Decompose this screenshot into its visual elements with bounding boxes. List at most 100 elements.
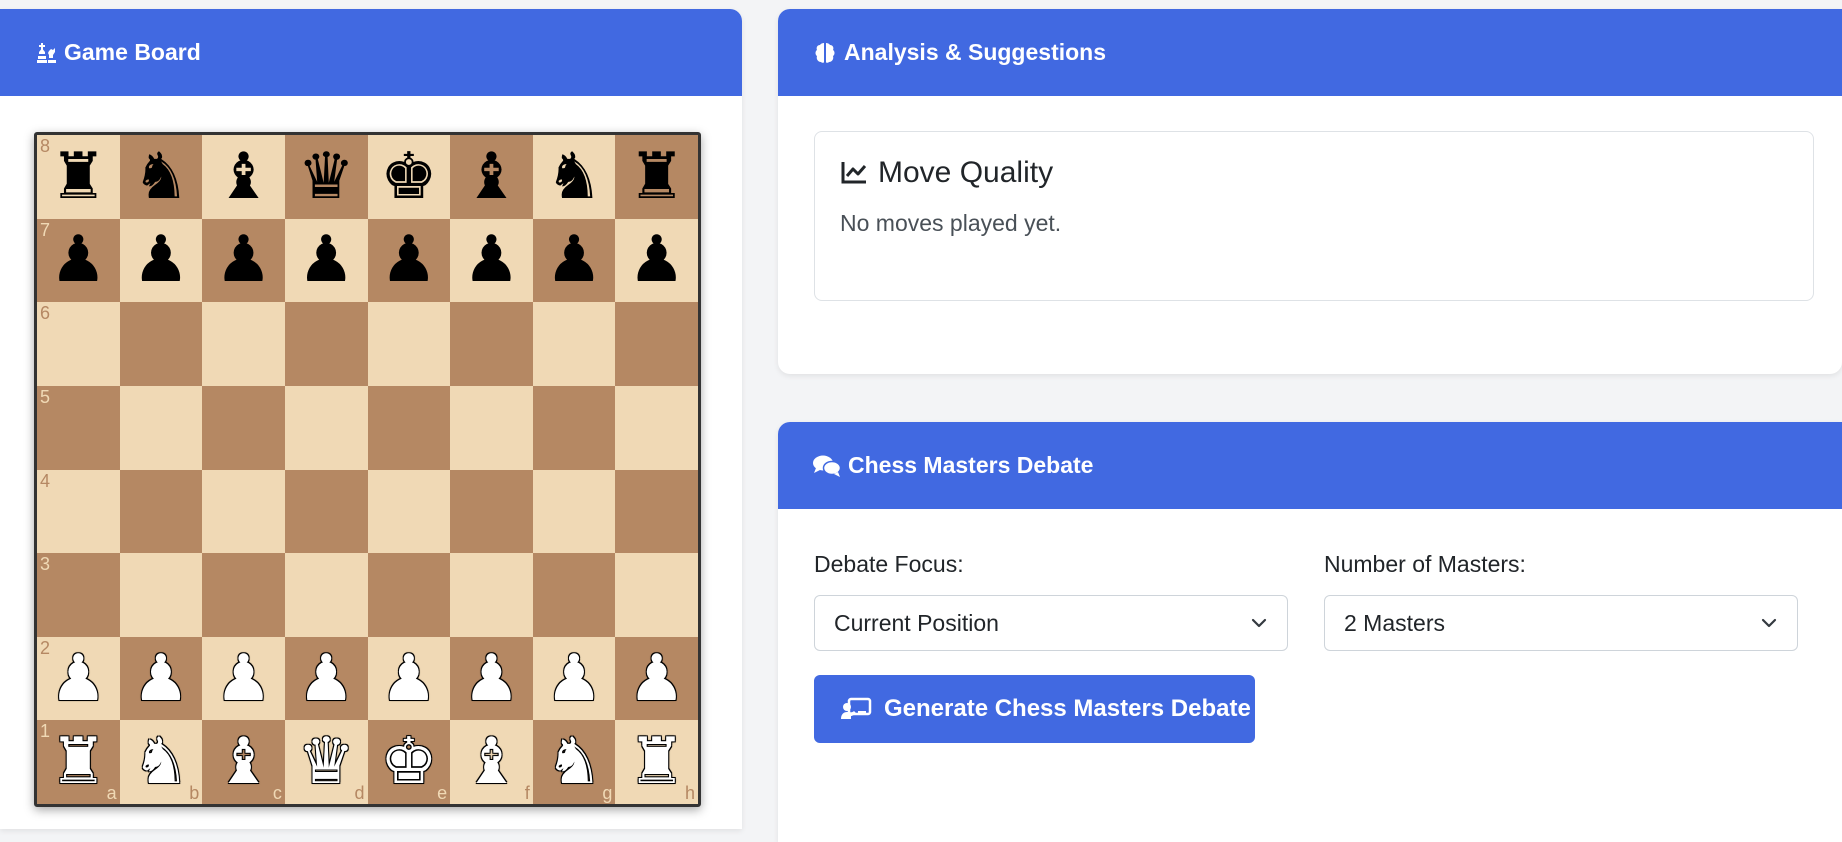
square-c8[interactable]: ♝ <box>202 135 285 219</box>
square-c1[interactable]: c ♝ <box>202 720 285 804</box>
square-a2[interactable]: 2 ♟ <box>37 636 120 721</box>
square-a8[interactable]: 8 ♜ <box>37 135 120 219</box>
square-g4[interactable] <box>532 469 616 554</box>
square-h1[interactable]: h ♜ <box>615 720 698 804</box>
square-d5[interactable] <box>284 385 368 470</box>
black-pawn-piece[interactable]: ♟ <box>463 228 520 292</box>
white-pawn-piece[interactable]: ♟ <box>628 647 685 711</box>
square-b2[interactable]: ♟ <box>119 636 203 721</box>
white-king-piece[interactable]: ♚ <box>380 730 437 794</box>
square-e6[interactable] <box>367 302 451 386</box>
debate-focus-select[interactable]: Current Position <box>814 595 1288 651</box>
square-d2[interactable]: ♟ <box>284 636 368 721</box>
white-pawn-piece[interactable]: ♟ <box>215 647 272 711</box>
square-a5[interactable]: 5 <box>37 385 120 470</box>
square-f8[interactable]: ♝ <box>450 135 533 219</box>
white-knight-piece[interactable]: ♞ <box>132 730 189 794</box>
square-a6[interactable]: 6 <box>37 302 120 386</box>
square-h4[interactable] <box>615 469 698 554</box>
square-b5[interactable] <box>119 385 203 470</box>
square-b7[interactable]: ♟ <box>119 218 203 303</box>
square-d6[interactable] <box>284 302 368 386</box>
square-d7[interactable]: ♟ <box>284 218 368 303</box>
square-c7[interactable]: ♟ <box>202 218 285 303</box>
white-rook-piece[interactable]: ♜ <box>628 730 685 794</box>
white-pawn-piece[interactable]: ♟ <box>463 647 520 711</box>
square-a4[interactable]: 4 <box>37 469 120 554</box>
square-g1[interactable]: g ♞ <box>532 720 616 804</box>
masters-count-select[interactable]: 2 Masters <box>1324 595 1798 651</box>
square-g5[interactable] <box>532 385 616 470</box>
square-g8[interactable]: ♞ <box>532 135 616 219</box>
black-rook-piece[interactable]: ♜ <box>628 145 685 209</box>
white-pawn-piece[interactable]: ♟ <box>132 647 189 711</box>
white-pawn-piece[interactable]: ♟ <box>298 647 355 711</box>
black-bishop-piece[interactable]: ♝ <box>215 145 272 209</box>
white-rook-piece[interactable]: ♜ <box>50 730 107 794</box>
square-f1[interactable]: f ♝ <box>450 720 533 804</box>
square-b6[interactable] <box>119 302 203 386</box>
chess-board[interactable]: 8 ♜ ♞ ♝ ♛ ♚ ♝ ♞ ♜ 7 ♟ ♟ ♟ ♟ ♟ ♟ ♟ ♟ 6 5 4 3 2 ♟ ♟ ♟ ♟ ♟ ♟ ♟ ♟ 1 a ♜ b ♞ c ♝ d ♛… <box>34 132 701 807</box>
black-pawn-piece[interactable]: ♟ <box>380 228 437 292</box>
white-queen-piece[interactable]: ♛ <box>298 730 355 794</box>
square-h3[interactable] <box>615 553 698 637</box>
square-f3[interactable] <box>450 553 533 637</box>
square-d1[interactable]: d ♛ <box>284 720 368 804</box>
black-king-piece[interactable]: ♚ <box>380 145 437 209</box>
square-e2[interactable]: ♟ <box>367 636 451 721</box>
square-a1[interactable]: 1 a ♜ <box>37 720 120 804</box>
black-pawn-piece[interactable]: ♟ <box>545 228 602 292</box>
black-queen-piece[interactable]: ♛ <box>298 145 355 209</box>
white-pawn-piece[interactable]: ♟ <box>50 647 107 711</box>
black-knight-piece[interactable]: ♞ <box>545 145 602 209</box>
white-knight-piece[interactable]: ♞ <box>545 730 602 794</box>
square-e3[interactable] <box>367 553 451 637</box>
square-c6[interactable] <box>202 302 285 386</box>
black-bishop-piece[interactable]: ♝ <box>463 145 520 209</box>
square-f2[interactable]: ♟ <box>450 636 533 721</box>
square-a3[interactable]: 3 <box>37 553 120 637</box>
square-c2[interactable]: ♟ <box>202 636 285 721</box>
square-f5[interactable] <box>450 385 533 470</box>
generate-debate-button[interactable]: Generate Chess Masters Debate <box>814 675 1255 743</box>
square-d3[interactable] <box>284 553 368 637</box>
black-pawn-piece[interactable]: ♟ <box>215 228 272 292</box>
black-rook-piece[interactable]: ♜ <box>50 145 107 209</box>
black-pawn-piece[interactable]: ♟ <box>132 228 189 292</box>
square-e5[interactable] <box>367 385 451 470</box>
square-c5[interactable] <box>202 385 285 470</box>
square-b1[interactable]: b ♞ <box>119 720 203 804</box>
black-knight-piece[interactable]: ♞ <box>132 145 189 209</box>
square-h7[interactable]: ♟ <box>615 218 698 303</box>
square-e8[interactable]: ♚ <box>367 135 451 219</box>
white-pawn-piece[interactable]: ♟ <box>380 647 437 711</box>
white-pawn-piece[interactable]: ♟ <box>545 647 602 711</box>
square-g7[interactable]: ♟ <box>532 218 616 303</box>
square-f7[interactable]: ♟ <box>450 218 533 303</box>
square-h5[interactable] <box>615 385 698 470</box>
black-pawn-piece[interactable]: ♟ <box>50 228 107 292</box>
square-g2[interactable]: ♟ <box>532 636 616 721</box>
square-g3[interactable] <box>532 553 616 637</box>
square-f4[interactable] <box>450 469 533 554</box>
square-e1[interactable]: e ♚ <box>367 720 451 804</box>
square-h8[interactable]: ♜ <box>615 135 698 219</box>
square-h6[interactable] <box>615 302 698 386</box>
black-pawn-piece[interactable]: ♟ <box>298 228 355 292</box>
square-e7[interactable]: ♟ <box>367 218 451 303</box>
square-b3[interactable] <box>119 553 203 637</box>
square-d8[interactable]: ♛ <box>284 135 368 219</box>
white-bishop-piece[interactable]: ♝ <box>463 730 520 794</box>
square-h2[interactable]: ♟ <box>615 636 698 721</box>
square-c4[interactable] <box>202 469 285 554</box>
square-b8[interactable]: ♞ <box>119 135 203 219</box>
white-bishop-piece[interactable]: ♝ <box>215 730 272 794</box>
black-pawn-piece[interactable]: ♟ <box>628 228 685 292</box>
square-f6[interactable] <box>450 302 533 386</box>
square-c3[interactable] <box>202 553 285 637</box>
square-b4[interactable] <box>119 469 203 554</box>
square-d4[interactable] <box>284 469 368 554</box>
square-a7[interactable]: 7 ♟ <box>37 218 120 303</box>
square-e4[interactable] <box>367 469 451 554</box>
square-g6[interactable] <box>532 302 616 386</box>
